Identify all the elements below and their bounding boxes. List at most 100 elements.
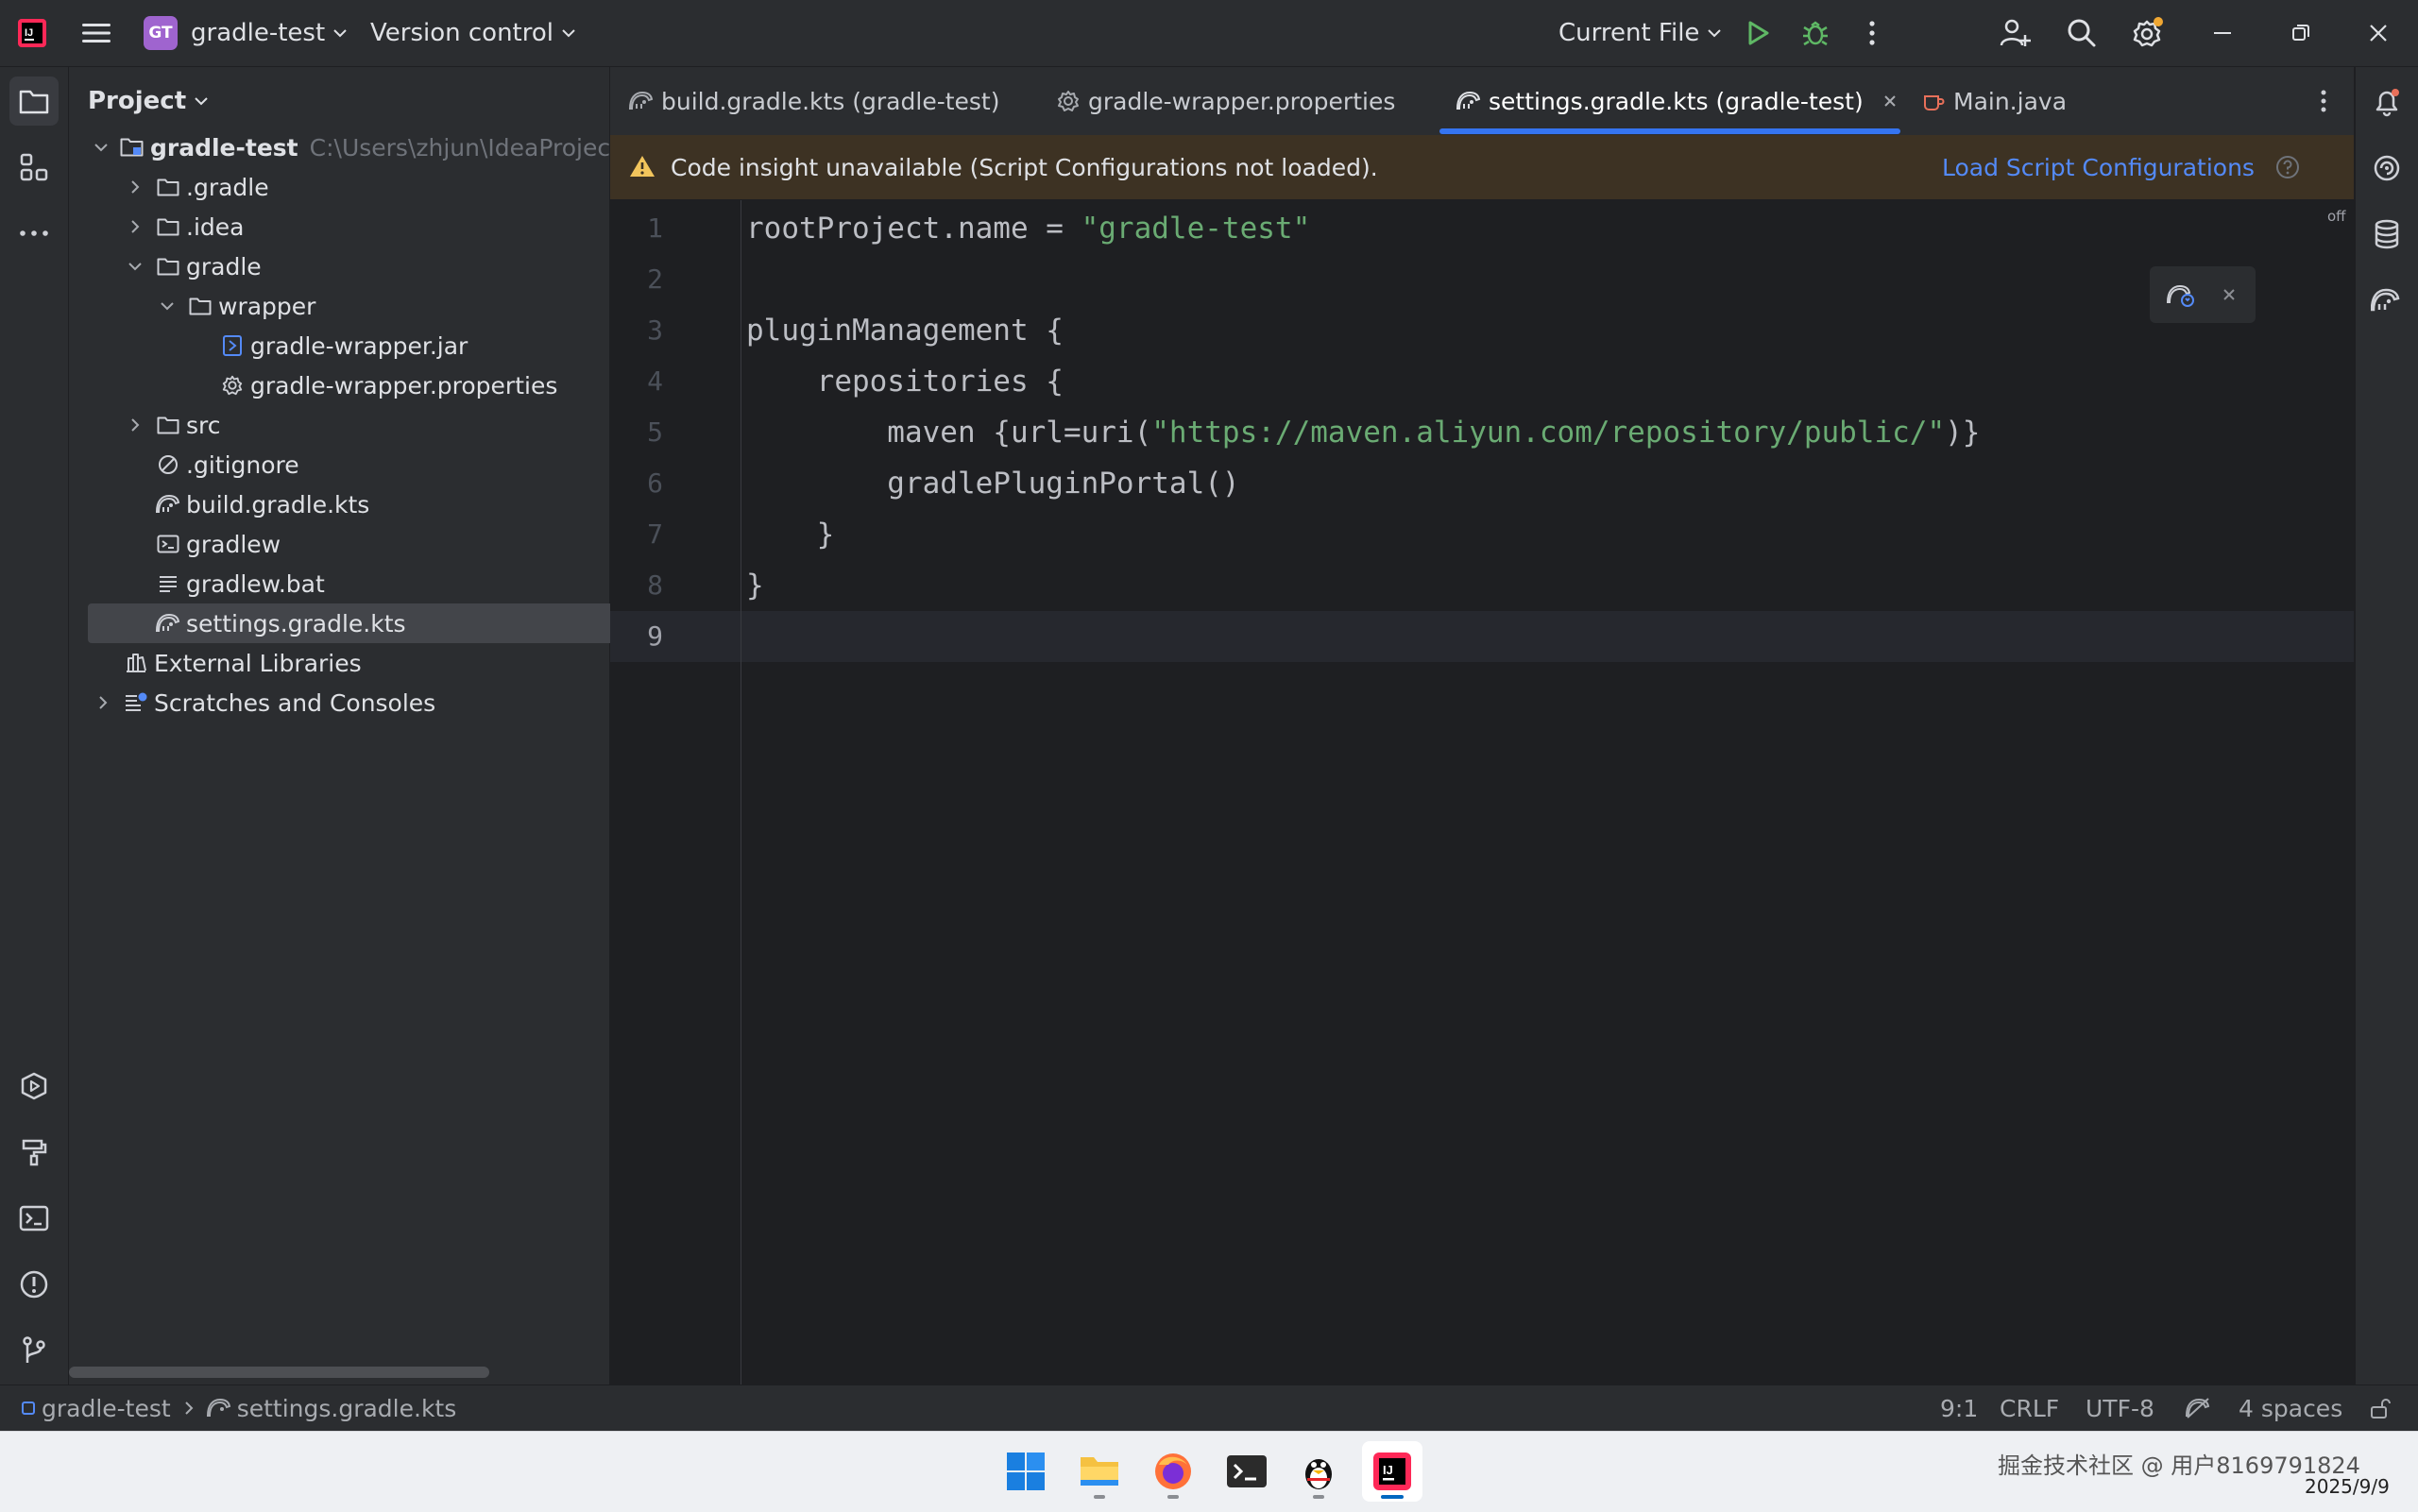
notifications-bell-icon[interactable] <box>2363 78 2410 126</box>
tree-item[interactable]: .idea <box>69 207 666 246</box>
ai-assistant-icon[interactable] <box>2363 144 2410 192</box>
notification-banner: Code insight unavailable (Script Configu… <box>610 135 2354 200</box>
status-bar: gradle-test settings.gradle.kts 9:1 CRLF… <box>0 1385 2418 1431</box>
tree-item[interactable]: settings.gradle.kts <box>88 603 628 643</box>
more-tool-windows-icon[interactable] <box>9 209 59 258</box>
tree-item[interactable]: gradlew.bat <box>69 564 666 603</box>
terminal-app-icon[interactable] <box>1217 1441 1277 1502</box>
line-number[interactable]: 9 <box>610 620 663 652</box>
tree-item[interactable]: gradle-test C:\Users\zhjun\IdeaProjects\ <box>69 127 639 167</box>
version-control-widget[interactable]: Version control <box>370 0 576 66</box>
code-line[interactable]: repositories { <box>746 356 1064 407</box>
tree-item[interactable]: External Libraries <box>69 643 634 683</box>
tree-item[interactable]: .gitignore <box>69 445 666 484</box>
tab-build-gradle-kts[interactable]: build.gradle.kts (gradle-test) <box>629 67 999 135</box>
problems-tool-icon[interactable] <box>9 1260 59 1309</box>
code-line[interactable]: pluginManagement { <box>746 305 1064 356</box>
tab-main-java[interactable]: Main.java <box>1921 67 2067 135</box>
code-line[interactable]: } <box>746 560 764 611</box>
code-with-me-icon[interactable] <box>1997 14 2035 52</box>
breadcrumb-file[interactable]: settings.gradle.kts <box>237 1395 457 1422</box>
qq-penguin-icon[interactable] <box>1288 1441 1349 1502</box>
inspection-status-label[interactable]: off <box>2327 208 2346 225</box>
main-menu-icon[interactable] <box>77 14 115 52</box>
help-icon[interactable] <box>2274 154 2301 180</box>
run-configuration-selector[interactable]: Current File <box>1558 0 1722 66</box>
caret-position[interactable]: 9:1 <box>1940 1385 1978 1431</box>
terminal-tool-icon[interactable] <box>9 1194 59 1243</box>
line-number[interactable]: 6 <box>610 467 663 499</box>
code-line[interactable]: maven {url=uri("https://maven.aliyun.com… <box>746 407 1980 458</box>
minimize-window-icon[interactable] <box>2205 14 2242 52</box>
code-editor[interactable]: 1 2 3 4 5 6 7 8 9 rootProject.name = "gradle-tes… <box>610 200 2354 1385</box>
intellij-taskbar-icon[interactable]: IJ <box>1362 1441 1422 1502</box>
windows-start-icon[interactable] <box>996 1441 1056 1502</box>
project-panel-header[interactable]: Project <box>88 67 209 135</box>
breadcrumb-project[interactable]: gradle-test <box>42 1395 171 1422</box>
tab-actions-more-icon[interactable] <box>2305 82 2342 120</box>
file-encoding[interactable]: UTF-8 <box>2086 1385 2154 1431</box>
read-only-lock-icon[interactable] <box>2369 1385 2392 1431</box>
build-hammer-icon[interactable] <box>9 1128 59 1177</box>
indent-settings[interactable]: 4 spaces <box>2239 1385 2342 1431</box>
line-number[interactable]: 8 <box>610 569 663 601</box>
code-line[interactable]: gradlePluginPortal() <box>746 458 1239 509</box>
horizontal-scrollbar[interactable] <box>69 1367 489 1378</box>
git-branch-icon[interactable] <box>9 1326 59 1375</box>
search-icon[interactable] <box>2063 14 2101 52</box>
tab-settings-gradle-kts[interactable]: settings.gradle.kts (gradle-test) <box>1456 67 1898 135</box>
run-icon[interactable] <box>1740 14 1778 52</box>
line-number[interactable]: 3 <box>610 314 663 346</box>
project-widget[interactable]: GT gradle-test <box>144 0 348 66</box>
restore-window-icon[interactable] <box>2282 14 2320 52</box>
gradle-load-changes-popup <box>2150 266 2256 323</box>
close-tab-icon[interactable] <box>1882 93 1898 109</box>
tree-item[interactable]: src <box>69 405 666 445</box>
debug-icon[interactable] <box>1796 14 1834 52</box>
gradle-tool-icon[interactable] <box>2363 277 2410 324</box>
gradle-sync-icon[interactable] <box>2167 281 2195 308</box>
file-explorer-icon[interactable] <box>1069 1441 1130 1502</box>
services-tool-icon[interactable] <box>9 1062 59 1111</box>
folder-icon <box>156 254 180 279</box>
code-line[interactable]: } <box>746 509 835 560</box>
chevron-down-icon[interactable] <box>126 257 145 276</box>
firefox-icon[interactable] <box>1143 1441 1203 1502</box>
tree-item[interactable]: Scratches and Consoles <box>69 683 634 722</box>
intellij-logo-icon[interactable]: IJ <box>13 14 51 52</box>
load-script-configurations-link[interactable]: Load Script Configurations <box>1942 135 2255 199</box>
line-number[interactable]: 2 <box>610 263 663 295</box>
tree-item[interactable]: gradle <box>69 246 666 286</box>
line-number[interactable]: 1 <box>610 212 663 244</box>
project-name: gradle-test <box>191 19 326 47</box>
chevron-right-icon[interactable] <box>126 178 145 196</box>
close-popup-icon[interactable] <box>2222 287 2237 302</box>
line-number[interactable]: 7 <box>610 518 663 550</box>
chevron-down-icon[interactable] <box>94 138 109 157</box>
line-separator[interactable]: CRLF <box>2000 1385 2059 1431</box>
string-literal: "https://maven.aliyun.com/repository/pub… <box>1151 416 1946 450</box>
tree-item[interactable]: gradlew <box>69 524 666 564</box>
chevron-right-icon[interactable] <box>126 416 145 434</box>
tree-item[interactable]: .gradle <box>69 167 666 207</box>
more-actions-icon[interactable] <box>1853 14 1891 52</box>
chevron-down-icon[interactable] <box>158 297 177 315</box>
project-tool-icon[interactable] <box>9 76 59 126</box>
tab-gradle-wrapper-properties[interactable]: gradle-wrapper.properties <box>1056 67 1395 135</box>
structure-tool-icon[interactable] <box>9 143 59 192</box>
line-number[interactable]: 4 <box>610 365 663 397</box>
clock-date[interactable]: 2025/9/9 <box>2305 1475 2390 1498</box>
svg-text:IJ: IJ <box>1383 1463 1393 1477</box>
code-line[interactable]: rootProject.name = "gradle-test" <box>746 203 1310 254</box>
chevron-right-icon[interactable] <box>94 693 112 712</box>
tree-item[interactable]: wrapper <box>69 286 698 326</box>
close-window-icon[interactable] <box>2359 14 2397 52</box>
settings-gear-icon[interactable] <box>2129 14 2167 52</box>
database-icon[interactable] <box>2363 211 2410 258</box>
tree-item[interactable]: build.gradle.kts <box>69 484 666 524</box>
code-insight-status-icon[interactable] <box>2186 1385 2210 1431</box>
chevron-right-icon[interactable] <box>126 217 145 236</box>
line-number[interactable]: 5 <box>610 416 663 448</box>
